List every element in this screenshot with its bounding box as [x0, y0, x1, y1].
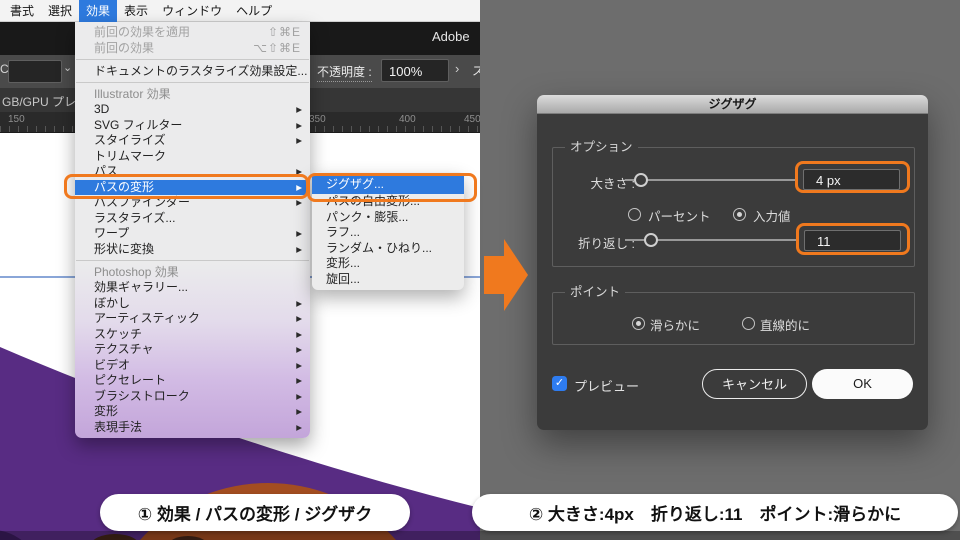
preview-label[interactable]: プレビュー — [574, 376, 639, 395]
percent-radio[interactable] — [628, 208, 641, 221]
zigzag-dialog: ジグザグ オプション 大きさ : 4 px パーセント 入力値 折り返し : 1… — [537, 95, 928, 430]
ruler-mark: 450 — [464, 114, 481, 125]
submenu-item-twist[interactable]: 旋回... — [312, 272, 464, 288]
absolute-radio[interactable] — [733, 208, 746, 221]
menu-item-effect-gallery[interactable]: 効果ギャラリー... — [75, 280, 310, 296]
menu-item-stylize-ps[interactable]: 表現手法 ▶ — [75, 420, 310, 436]
submenu-item-transform[interactable]: 変形... — [312, 256, 464, 272]
bottom-vignette — [0, 531, 960, 540]
points-groupbox: ポイント — [552, 285, 915, 345]
menubar: 書式 選択 効果 表示 ウィンドウ ヘルプ — [0, 0, 480, 22]
ridges-label: 折り返し : — [578, 237, 635, 251]
illustrator-app-region: 書式 選択 効果 表示 ウィンドウ ヘルプ Adobe C ⌄ 不透明度 : 1… — [0, 0, 484, 540]
menu-separator — [76, 59, 309, 60]
chevron-right-icon[interactable]: › — [455, 61, 459, 76]
ruler-mark: 400 — [399, 114, 416, 125]
annotation-box-menu — [64, 174, 309, 199]
submenu-arrow-icon: ▶ — [296, 105, 302, 114]
menu-item-trim-marks[interactable]: トリムマーク — [75, 149, 310, 165]
smooth-radio[interactable] — [632, 317, 645, 330]
menu-item-warp[interactable]: ワープ ▶ — [75, 226, 310, 242]
submenu-item-pucker-bloat[interactable]: パンク・膨張... — [312, 210, 464, 226]
menu-item-svg-filter[interactable]: SVG フィルター ▶ — [75, 118, 310, 134]
ok-button[interactable]: OK — [812, 369, 913, 399]
submenu-arrow-icon: ▶ — [296, 407, 302, 416]
menu-item-artistic[interactable]: アーティスティック ▶ — [75, 311, 310, 327]
percent-radio-label[interactable]: パーセント — [648, 206, 711, 225]
submenu-arrow-icon: ▶ — [296, 422, 302, 432]
annotation-box-submenu — [307, 173, 477, 202]
size-slider-knob[interactable] — [634, 173, 648, 187]
cancel-button[interactable]: キャンセル — [702, 369, 807, 399]
menu-item-stylize[interactable]: スタイライズ ▶ — [75, 133, 310, 149]
menubar-item-view[interactable]: 表示 — [117, 0, 155, 22]
menu-header-illustrator-effects: Illustrator 効果 — [94, 87, 171, 101]
menubar-item-help[interactable]: ヘルプ — [229, 0, 279, 22]
menu-header-photoshop-effects: Photoshop 効果 — [94, 265, 179, 279]
corner-radio[interactable] — [742, 317, 755, 330]
submenu-arrow-icon: ▶ — [296, 244, 302, 254]
menubar-item-window[interactable]: ウィンドウ — [155, 0, 229, 22]
check-icon: ✓ — [554, 377, 565, 389]
ruler-mark: 150 — [8, 114, 25, 125]
opacity-label[interactable]: 不透明度 : — [317, 63, 372, 82]
submenu-arrow-icon: ▶ — [296, 376, 302, 385]
menu-item-convert-to-shape[interactable]: 形状に変換 ▶ — [75, 242, 310, 258]
tutorial-screenshot: 書式 選択 効果 表示 ウィンドウ ヘルプ Adobe C ⌄ 不透明度 : 1… — [0, 0, 960, 540]
submenu-item-roughen[interactable]: ラフ... — [312, 225, 464, 241]
absolute-radio-label[interactable]: 入力値 — [753, 206, 791, 225]
menu-separator — [76, 82, 309, 83]
menu-item-video[interactable]: ビデオ ▶ — [75, 358, 310, 374]
menu-item-brush-strokes[interactable]: ブラシストローク ▶ — [75, 389, 310, 405]
menu-item-sketch[interactable]: スケッチ ▶ — [75, 327, 310, 343]
size-label: 大きさ : — [590, 177, 635, 191]
menu-item-rasterize[interactable]: ラスタライズ... — [75, 211, 310, 227]
submenu-arrow-icon: ▶ — [296, 345, 302, 354]
menu-separator — [76, 260, 309, 261]
submenu-arrow-icon: ▶ — [296, 391, 302, 401]
menu-item-apply-last-effect: 前回の効果を適用 ⇧⌘E — [94, 25, 301, 39]
opacity-value-field[interactable]: 100% — [381, 59, 449, 82]
submenu-arrow-icon: ▶ — [296, 360, 302, 370]
dialog-title[interactable]: ジグザグ — [537, 95, 928, 114]
step-arrow-icon — [484, 239, 528, 311]
submenu-arrow-icon: ▶ — [296, 314, 302, 323]
preview-checkbox[interactable]: ✓ — [552, 376, 567, 391]
points-legend: ポイント — [565, 285, 626, 300]
options-legend: オプション — [565, 140, 638, 155]
corner-radio-label[interactable]: 直線的に — [760, 315, 810, 334]
annotation-box-ridges-field — [796, 223, 910, 255]
submenu-arrow-icon: ▶ — [296, 136, 302, 145]
submenu-arrow-icon: ▶ — [296, 229, 302, 238]
chevron-down-icon[interactable]: ⌄ — [63, 61, 72, 74]
effect-menu: 前回の効果を適用 ⇧⌘E 前回の効果 ⌥⇧⌘E ドキュメントのラスタライズ効果設定.… — [75, 22, 310, 438]
menu-item-raster-settings[interactable]: ドキュメントのラスタライズ効果設定... — [75, 63, 310, 79]
annotation-box-size-field — [795, 161, 910, 193]
menubar-item-effect[interactable]: 効果 — [79, 0, 118, 22]
menu-item-3d[interactable]: 3D ▶ — [75, 102, 310, 118]
caption-step2: ② 大きさ:4px 折り返し:11 ポイント:滑らかに — [472, 494, 958, 531]
menu-item-distort[interactable]: 変形 ▶ — [75, 404, 310, 420]
submenu-arrow-icon: ▶ — [296, 298, 302, 308]
caption-step1: ① 効果 / パスの変形 / ジグザク — [100, 494, 410, 531]
menu-item-last-effect: 前回の効果 ⌥⇧⌘E — [94, 41, 301, 55]
adobe-label: Adobe — [432, 29, 470, 44]
stroke-value-field[interactable] — [8, 60, 62, 83]
menubar-item-select[interactable]: 選択 — [41, 0, 79, 22]
menu-item-texture[interactable]: テクスチャ ▶ — [75, 342, 310, 358]
menu-item-blur[interactable]: ぼかし ▶ — [75, 296, 310, 312]
menubar-item-format[interactable]: 書式 — [3, 0, 41, 22]
size-slider-track[interactable] — [625, 179, 797, 181]
smooth-radio-label[interactable]: 滑らかに — [650, 315, 700, 334]
ruler-mark: 350 — [309, 114, 326, 125]
submenu-arrow-icon: ▶ — [296, 329, 302, 339]
submenu-item-tweak[interactable]: ランダム・ひねり... — [312, 241, 464, 257]
ridges-slider-knob[interactable] — [644, 233, 658, 247]
submenu-arrow-icon: ▶ — [296, 120, 302, 130]
menu-item-pixelate[interactable]: ピクセレート ▶ — [75, 373, 310, 389]
